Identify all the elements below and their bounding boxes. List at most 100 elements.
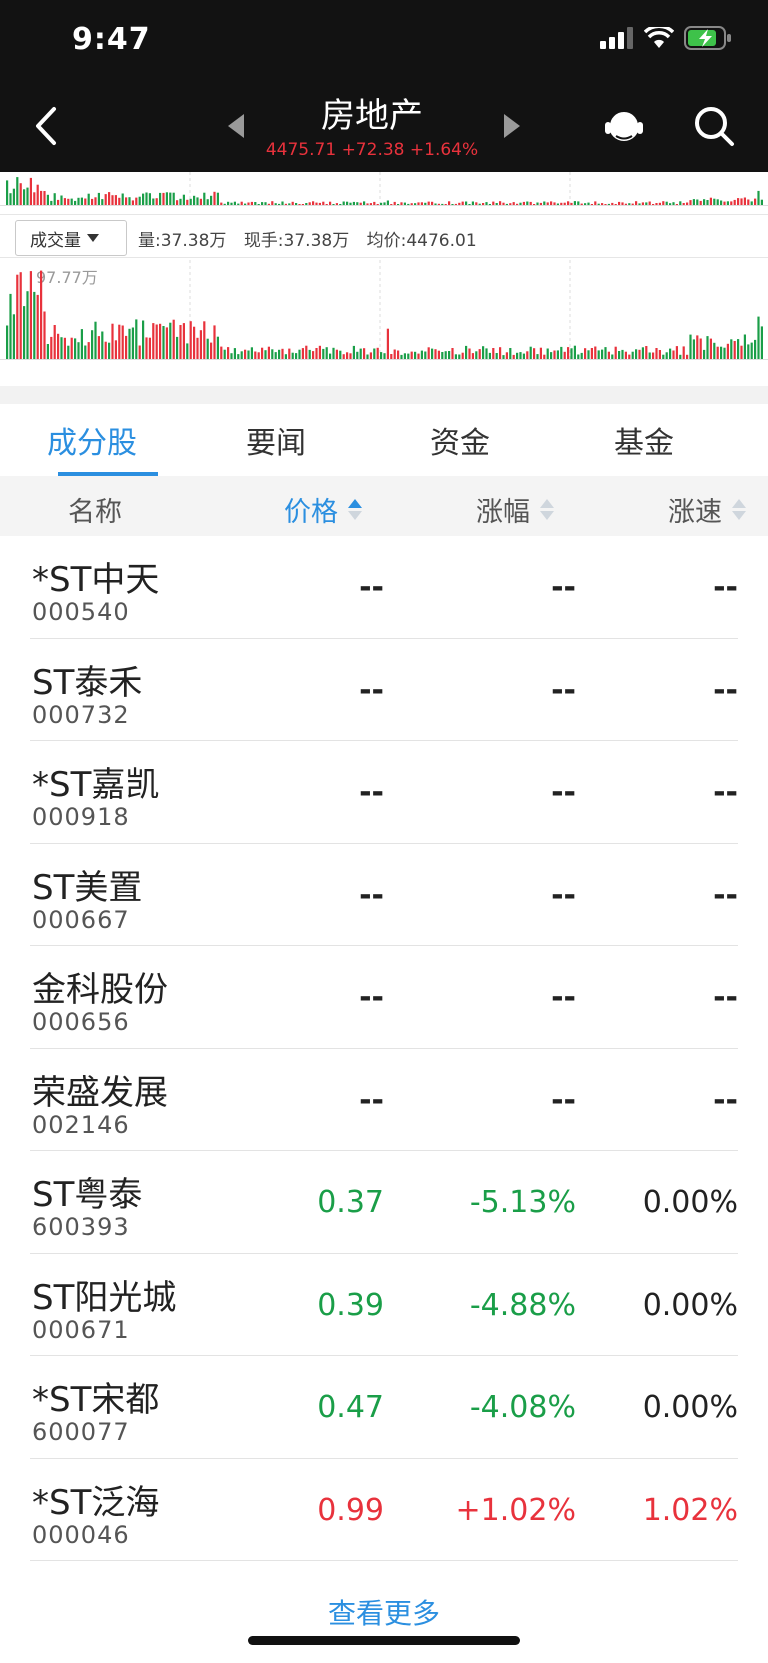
volume-bar bbox=[533, 348, 536, 360]
stock-name: 金科股份 bbox=[32, 970, 168, 1010]
volume-bar bbox=[33, 192, 36, 206]
volume-bar bbox=[278, 349, 281, 360]
volume-bar bbox=[760, 326, 763, 360]
volume-bar bbox=[142, 193, 145, 206]
volume-bar bbox=[298, 349, 301, 360]
tab-fund[interactable]: 基金 bbox=[552, 404, 736, 476]
volume-bar bbox=[40, 270, 43, 360]
volume-bar bbox=[94, 197, 97, 206]
volume-bar bbox=[485, 348, 488, 360]
back-button[interactable] bbox=[26, 102, 66, 150]
previous-sector-button[interactable] bbox=[224, 112, 248, 140]
volume-bar bbox=[114, 340, 117, 360]
volume-bar bbox=[155, 324, 158, 360]
volume-bar bbox=[104, 341, 107, 360]
header-change[interactable]: 涨幅 bbox=[476, 490, 554, 529]
table-row[interactable]: *ST泛海 000046 0.99 +1.02% 1.02% bbox=[30, 1459, 738, 1561]
volume-bar bbox=[264, 350, 267, 360]
volume-bar bbox=[199, 198, 202, 206]
volume-bar bbox=[675, 346, 678, 360]
view-more-link[interactable]: 查看更多 bbox=[0, 1592, 768, 1632]
volume-bar bbox=[169, 192, 172, 206]
volume-bar bbox=[6, 180, 9, 206]
volume-bar bbox=[747, 344, 750, 360]
indicator-selector[interactable]: 成交量 bbox=[15, 220, 127, 256]
volume-bar bbox=[587, 350, 590, 360]
volume-bar bbox=[594, 346, 597, 360]
stock-price: -- bbox=[359, 775, 384, 810]
next-sector-button[interactable] bbox=[500, 112, 524, 140]
header-price-label: 价格 bbox=[284, 497, 338, 528]
volume-bar bbox=[53, 193, 56, 206]
volume-bar bbox=[703, 199, 706, 206]
volume-bar bbox=[91, 330, 94, 360]
volume-bar bbox=[393, 349, 396, 360]
volume-bar bbox=[19, 183, 22, 206]
table-row[interactable]: 荣盛发展 002146 -- -- -- bbox=[30, 1049, 738, 1151]
volume-bar bbox=[165, 192, 168, 206]
customer-service-button[interactable] bbox=[600, 102, 648, 150]
table-row[interactable]: ST粤泰 600393 0.37 -5.13% 0.00% bbox=[30, 1151, 738, 1254]
stock-speed: -- bbox=[713, 672, 738, 708]
volume-bar bbox=[19, 272, 22, 360]
page-title: 房地产 bbox=[321, 96, 423, 136]
current-hand: 现手:37.38万 bbox=[243, 231, 350, 251]
volume-bar bbox=[706, 336, 709, 360]
volume-bar bbox=[288, 348, 291, 360]
stock-speed: -- bbox=[713, 980, 738, 1015]
volume-bar bbox=[312, 351, 315, 360]
volume-bar bbox=[482, 346, 485, 360]
chart-area[interactable]: 成交量 量:37.38万 现手:37.38万 均价:4476.01 97.77万 bbox=[0, 172, 768, 386]
tab-news[interactable]: 要闻 bbox=[184, 404, 368, 476]
header-speed[interactable]: 涨速 bbox=[668, 490, 746, 529]
stock-change: -4.88% bbox=[469, 1287, 576, 1323]
stock-speed: 0.00% bbox=[642, 1390, 738, 1425]
volume-bar bbox=[46, 344, 49, 360]
volume-bar bbox=[179, 198, 182, 206]
stock-name: *ST嘉凯 bbox=[32, 765, 160, 805]
volume-bar bbox=[128, 197, 131, 206]
table-row[interactable]: ST美置 000667 -- -- -- bbox=[30, 844, 738, 946]
volume-bar bbox=[70, 337, 73, 360]
table-row[interactable]: ST泰禾 000732 -- -- -- bbox=[30, 639, 738, 741]
volume-bar bbox=[9, 293, 12, 360]
volume-bar bbox=[730, 339, 733, 360]
table-row[interactable]: ST阳光城 000671 0.39 -4.88% 0.00% bbox=[30, 1254, 738, 1356]
tab-constituents[interactable]: 成分股 bbox=[0, 404, 184, 476]
volume-bar bbox=[101, 199, 104, 206]
volume-bar bbox=[94, 321, 97, 360]
table-row[interactable]: *ST宋都 600077 0.47 -4.08% 0.00% bbox=[30, 1356, 738, 1459]
volume-bar bbox=[669, 348, 672, 360]
volume-bar bbox=[645, 346, 648, 360]
volume-bar bbox=[267, 346, 270, 360]
chevron-left-icon bbox=[36, 107, 56, 145]
volume-bar bbox=[757, 190, 760, 206]
home-indicator[interactable] bbox=[248, 1636, 520, 1645]
volume-bar bbox=[550, 352, 553, 360]
stock-price: -- bbox=[359, 877, 384, 913]
volume-bar bbox=[203, 192, 206, 206]
volume-bar bbox=[128, 328, 131, 360]
stock-change: -- bbox=[551, 672, 576, 708]
volume-bar bbox=[475, 351, 478, 360]
table-row[interactable]: *ST嘉凯 000918 -- -- -- bbox=[30, 741, 738, 844]
volume-bar bbox=[182, 323, 185, 360]
stock-price: -- bbox=[359, 1082, 384, 1118]
search-button[interactable] bbox=[690, 102, 738, 150]
volume-bar bbox=[196, 337, 199, 360]
stock-speed: -- bbox=[713, 775, 738, 810]
volume-bar bbox=[444, 351, 447, 360]
search-icon bbox=[695, 107, 734, 146]
volume-bar bbox=[349, 353, 352, 360]
volume-info-row: 成交量 量:37.38万 现手:37.38万 均价:4476.01 bbox=[0, 214, 768, 258]
header-price[interactable]: 价格 bbox=[284, 490, 362, 529]
volume-bar bbox=[376, 347, 379, 360]
table-row[interactable]: *ST中天 000540 -- -- -- bbox=[30, 536, 738, 639]
wifi-icon bbox=[644, 27, 674, 48]
stock-speed: 0.00% bbox=[642, 1185, 738, 1220]
volume-bar bbox=[346, 352, 349, 360]
table-row[interactable]: 金科股份 000656 -- -- -- bbox=[30, 946, 738, 1049]
volume-bar bbox=[162, 192, 165, 206]
tab-funds-flow[interactable]: 资金 bbox=[368, 404, 552, 476]
triangle-left-icon bbox=[228, 114, 244, 138]
